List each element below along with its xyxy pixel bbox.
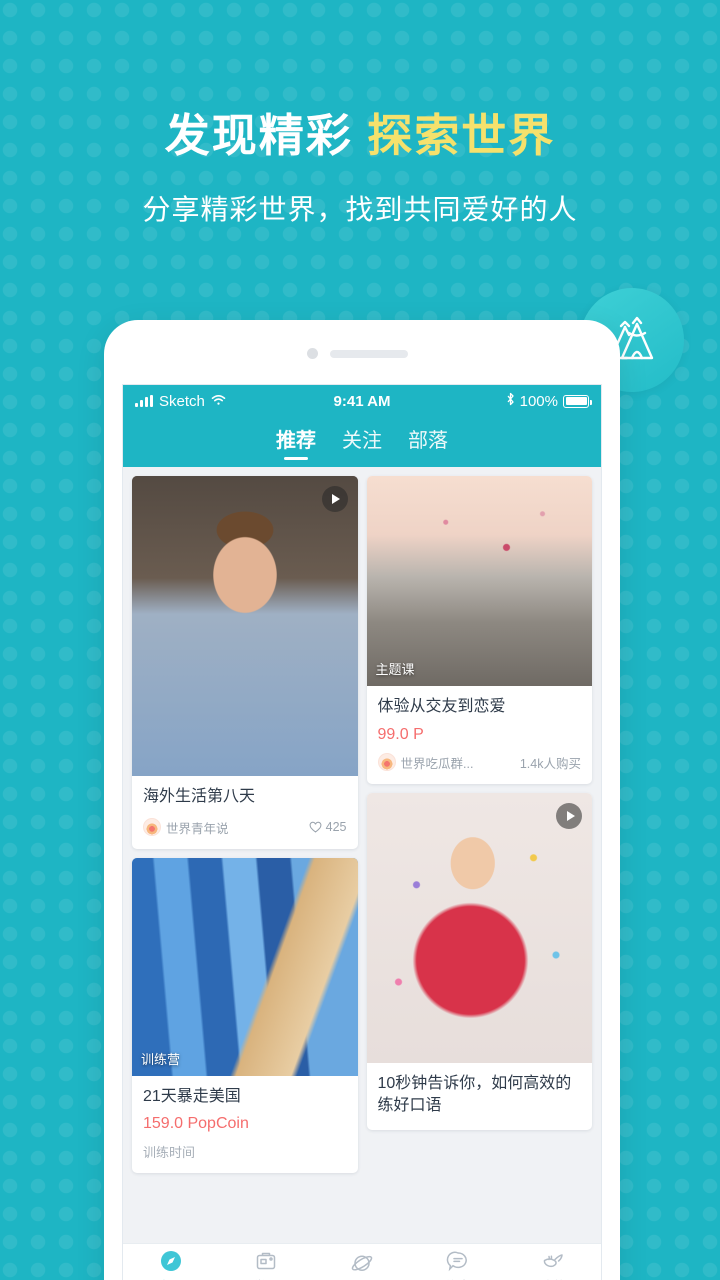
card-body: 10秒钟告诉你，如何高效的练好口语 <box>367 1063 593 1130</box>
top-tab-bar: 推荐 关注 部落 <box>123 417 601 467</box>
photo-man-in-office <box>132 476 358 776</box>
bottom-nav-bar[interactable]: 发现 学习 <box>123 1243 601 1280</box>
nav-label: 发现 <box>158 1276 184 1280</box>
card-price: 99.0 P <box>377 725 424 743</box>
card-likes: 425 <box>309 820 347 834</box>
card-body: 海外生活第八天 世界青年说 425 <box>132 776 358 849</box>
bluetooth-icon <box>506 392 515 410</box>
avatar-icon <box>377 753 396 772</box>
play-icon[interactable] <box>556 802 582 829</box>
headline-accent-part: 探索世界 <box>367 110 556 161</box>
card-media <box>132 476 358 776</box>
compass-icon <box>159 1249 183 1273</box>
speaker-grille <box>330 350 408 358</box>
whale-icon <box>541 1249 565 1273</box>
play-icon[interactable] <box>321 486 348 512</box>
nav-item-messages[interactable]: 信息 <box>410 1249 506 1280</box>
camera-icon <box>307 348 318 359</box>
promo-screenshot: 发现精彩 探索世界 分享精彩世界，找到共同爱好的人 Sketch 9:41 AM… <box>0 0 720 1280</box>
battery-percent-label: 100% <box>519 392 558 410</box>
card-purchases: 1.4k人购买 <box>519 756 581 771</box>
status-bar: Sketch 9:41 AM 100% <box>123 385 601 417</box>
card-author: 世界吃瓜群... <box>400 756 474 771</box>
feed-card-video-overseas[interactable]: 海外生活第八天 世界青年说 425 <box>132 476 358 849</box>
nav-item-popon[interactable]: Pop On <box>314 1251 410 1280</box>
photo-city-skyline <box>132 857 358 1076</box>
card-title: 体验从交友到恋爱 <box>377 698 506 715</box>
phone-mockup: Sketch 9:41 AM 100% 推荐 关注 部落 海外生活第八天 世界青… <box>104 320 620 1280</box>
status-bar-right: 100% <box>506 392 592 410</box>
heart-icon <box>309 821 322 834</box>
card-media: 训练营 <box>132 857 358 1076</box>
card-meta: 世界青年说 425 <box>143 818 347 837</box>
card-price: 159.0 PopCoin <box>143 1115 249 1133</box>
battery-full-icon <box>563 394 592 408</box>
tab-following[interactable]: 关注 <box>342 424 382 460</box>
nav-item-discover[interactable]: 发现 <box>123 1249 219 1280</box>
card-body: 体验从交友到恋爱 99.0 P 世界吃瓜群... 1.4k人购买 <box>367 686 593 784</box>
promo-headline: 发现精彩 探索世界 <box>0 108 720 164</box>
feed-card-course-usa[interactable]: 训练营 21天暴走美国 159.0 PopCoin 训练时间 <box>132 857 358 1174</box>
phone-top-bezel <box>104 320 620 384</box>
nav-item-study[interactable]: 学习 <box>219 1249 315 1280</box>
card-author: 世界青年说 <box>166 821 229 836</box>
card-badge: 主题课 <box>375 662 415 677</box>
planet-icon <box>350 1251 374 1275</box>
nav-item-profile[interactable]: 我的 <box>505 1249 601 1280</box>
card-badge: 训练营 <box>141 1051 181 1067</box>
photo-couple-balloons <box>366 476 592 686</box>
card-subtext: 训练时间 <box>143 1145 196 1161</box>
nav-label: 信息 <box>445 1276 471 1280</box>
headline-white-part: 发现精彩 <box>164 110 353 161</box>
tab-tribe[interactable]: 部落 <box>408 424 448 460</box>
wifi-icon <box>211 393 226 410</box>
feed-column-right: 主题课 体验从交友到恋爱 99.0 P 世界吃瓜群... 1.4k人购买 10秒… <box>366 476 593 1234</box>
status-bar-left: Sketch <box>135 393 226 410</box>
photo-girl-confetti <box>366 792 592 1063</box>
nav-label: 学习 <box>253 1276 279 1280</box>
card-media: 主题课 <box>366 476 592 686</box>
promo-text-block: 发现精彩 探索世界 分享精彩世界，找到共同爱好的人 <box>0 108 720 228</box>
signal-bars-icon <box>135 395 153 407</box>
message-icon <box>446 1249 470 1273</box>
carrier-label: Sketch <box>159 392 205 410</box>
card-body: 21天暴走美国 159.0 PopCoin 训练时间 <box>132 1076 358 1174</box>
tab-recommend[interactable]: 推荐 <box>276 424 316 460</box>
card-media <box>366 792 592 1063</box>
feed-grid[interactable]: 海外生活第八天 世界青年说 425 训练营 21天暴走美国 159.0 PopC… <box>123 467 601 1243</box>
card-title: 10秒钟告诉你，如何高效的练好口语 <box>377 1074 572 1115</box>
feed-card-course-dating[interactable]: 主题课 体验从交友到恋爱 99.0 P 世界吃瓜群... 1.4k人购买 <box>366 476 593 784</box>
avatar-icon <box>143 818 161 837</box>
promo-subheadline: 分享精彩世界，找到共同爱好的人 <box>142 194 578 226</box>
card-title: 海外生活第八天 <box>143 788 256 805</box>
phone-screen: Sketch 9:41 AM 100% 推荐 关注 部落 海外生活第八天 世界青… <box>122 384 602 1280</box>
nav-label: 我的 <box>540 1276 566 1280</box>
feed-column-left: 海外生活第八天 世界青年说 425 训练营 21天暴走美国 159.0 PopC… <box>132 476 358 1234</box>
feed-card-video-speaking[interactable]: 10秒钟告诉你，如何高效的练好口语 <box>366 792 593 1131</box>
card-meta: 世界吃瓜群... 1.4k人购买 <box>377 753 581 772</box>
like-count: 425 <box>325 820 347 835</box>
card-title: 21天暴走美国 <box>143 1087 241 1105</box>
briefcase-icon <box>254 1249 278 1273</box>
